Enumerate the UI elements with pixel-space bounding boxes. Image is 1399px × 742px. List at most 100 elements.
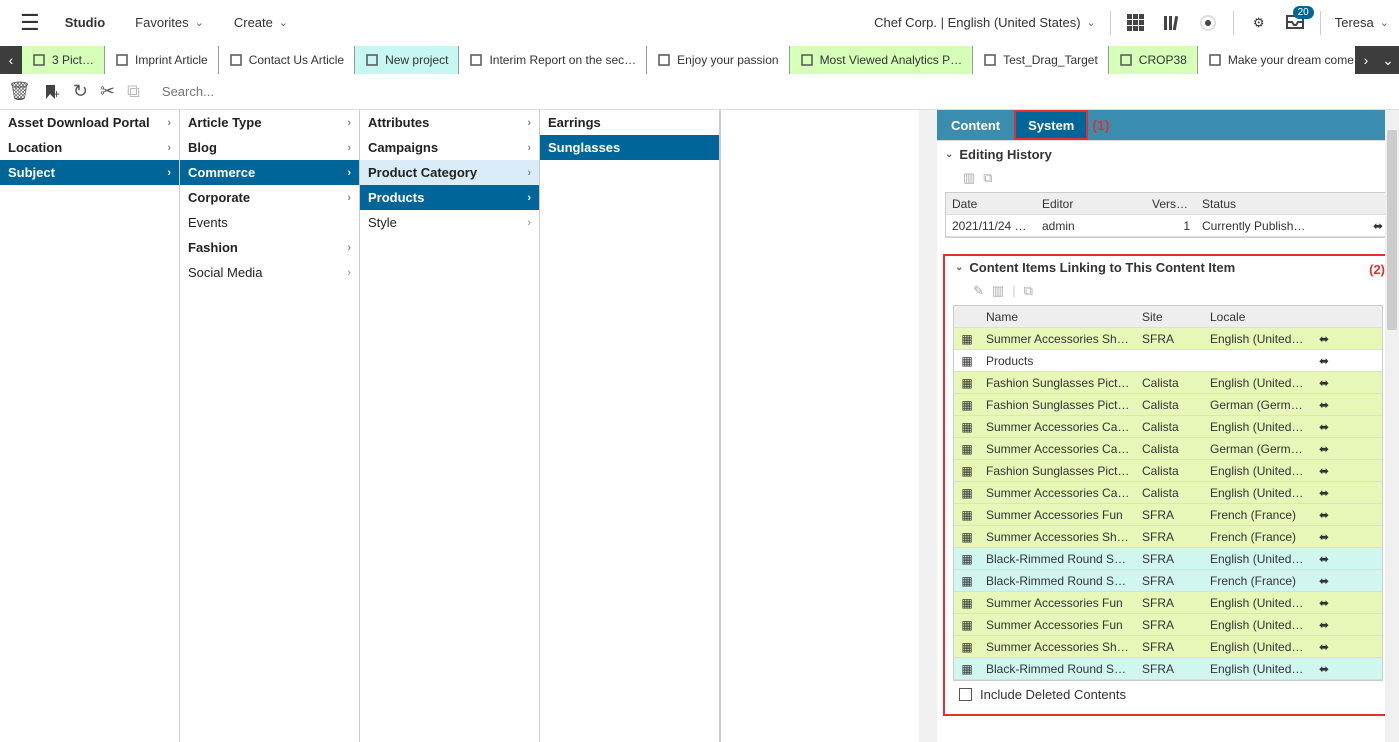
row-action-icon[interactable]: ⬌	[1312, 574, 1336, 588]
browser-item[interactable]: Article Type›	[180, 110, 359, 135]
row-action-icon[interactable]: ⬌	[1312, 508, 1336, 522]
restore-icon[interactable]: ⧉	[983, 170, 992, 186]
delete-icon[interactable]: 🗑	[8, 81, 31, 102]
document-tab[interactable]: New project	[355, 46, 459, 74]
table-row[interactable]: ▦Summer Accessories Shop…SFRAEnglish (Un…	[954, 636, 1382, 658]
bookmark-icon[interactable]: +	[43, 83, 61, 101]
refresh-icon[interactable]: ↻	[73, 81, 88, 102]
document-tab[interactable]: Imprint Article	[105, 46, 219, 74]
row-action-icon[interactable]: ⬌	[1312, 354, 1336, 368]
document-tab[interactable]: Test_Drag_Target	[973, 46, 1109, 74]
library-icon[interactable]	[1161, 12, 1183, 34]
table-row[interactable]: ▦Summer Accessories FunSFRAEnglish (Unit…	[954, 592, 1382, 614]
annotation-1: (1)	[1092, 117, 1109, 133]
user-menu[interactable]: Teresa⌄	[1335, 15, 1389, 30]
browser-item[interactable]: Corporate›	[180, 185, 359, 210]
row-action-icon[interactable]: ⬌	[1312, 530, 1336, 544]
panel-gutter[interactable]	[919, 110, 937, 742]
table-row[interactable]: ▦Summer Accessories Cam…CalistaEnglish (…	[954, 482, 1382, 504]
create-menu[interactable]: Create⌄	[234, 15, 288, 30]
browser-item[interactable]: Fashion›	[180, 235, 359, 260]
section-header-linking[interactable]: ⌄ Content Items Linking to This Content …	[947, 256, 1389, 279]
document-tab[interactable]: Contact Us Article	[219, 46, 355, 74]
gear-icon[interactable]: ⚙	[1248, 12, 1270, 34]
table-row[interactable]: ▦Summer Accessories FunSFRAEnglish (Unit…	[954, 614, 1382, 636]
menu-icon[interactable]: ☰	[10, 10, 50, 36]
site-locale-selector[interactable]: Chef Corp. | English (United States)⌄	[874, 15, 1096, 30]
row-action-icon[interactable]: ⬌	[1312, 332, 1336, 346]
table-row[interactable]: ▦Summer Accessories Cam…CalistaEnglish (…	[954, 416, 1382, 438]
tab-content[interactable]: Content	[937, 110, 1014, 140]
table-row[interactable]: ▦Summer Accessories FunSFRAFrench (Franc…	[954, 504, 1382, 526]
search-field[interactable]	[162, 84, 1391, 99]
table-row[interactable]: ▦Fashion Sunglasses PictureCalistaGerman…	[954, 394, 1382, 416]
cut-icon[interactable]: ✂	[100, 81, 115, 102]
section-header-editing-history[interactable]: ⌄ Editing History	[937, 143, 1399, 166]
row-action-icon[interactable]: ⬌	[1312, 552, 1336, 566]
right-panel: Content System (1) ⌄ Editing History ▥ ⧉…	[937, 110, 1399, 742]
row-action-icon[interactable]: ⬌	[1312, 464, 1336, 478]
document-tab[interactable]: Make your dream come	[1198, 46, 1355, 74]
scrollbar[interactable]	[1385, 110, 1399, 742]
row-action-icon[interactable]: ⬌	[1312, 486, 1336, 500]
table-row[interactable]: ▦Summer Accessories Shop…SFRAFrench (Fra…	[954, 526, 1382, 548]
favorites-menu[interactable]: Favorites⌄	[135, 15, 204, 30]
browser-item[interactable]: Campaigns›	[360, 135, 539, 160]
edit-icon[interactable]: ✎	[973, 283, 984, 299]
document-tab[interactable]: Enjoy your passion	[647, 46, 789, 74]
row-action-icon[interactable]: ⬌	[1312, 662, 1336, 676]
tabs-scroll-right[interactable]: ›	[1355, 46, 1377, 74]
row-action-icon[interactable]: ⬌	[1312, 442, 1336, 456]
row-action-icon[interactable]: ⬌	[1312, 420, 1336, 434]
browser-item[interactable]: Style›	[360, 210, 539, 235]
row-action-icon[interactable]: ⬌	[1312, 376, 1336, 390]
table-row[interactable]: 2021/11/24 6:…admin1Currently Publish…⬌	[946, 215, 1390, 237]
browser-item[interactable]: Events	[180, 210, 359, 235]
browser-item[interactable]: Commerce›	[180, 160, 359, 185]
browser-item[interactable]: Subject›	[0, 160, 179, 185]
checkbox-icon[interactable]	[959, 688, 972, 701]
browser-item[interactable]: Product Category›	[360, 160, 539, 185]
tabs-dropdown[interactable]: ⌄	[1377, 46, 1399, 74]
document-tab[interactable]: 3 Pict…	[22, 46, 105, 74]
table-row[interactable]: ▦Summer Accessories Shop…SFRAEnglish (Un…	[954, 328, 1382, 350]
browser-item[interactable]: Asset Download Portal›	[0, 110, 179, 135]
browser-item[interactable]: Location›	[0, 135, 179, 160]
table-row[interactable]: ▦Summer Accessories Cam…CalistaGerman (G…	[954, 438, 1382, 460]
search-input[interactable]	[162, 84, 1391, 99]
row-action-icon[interactable]: ⬌	[1312, 398, 1336, 412]
browser-item[interactable]: Sunglasses	[540, 135, 719, 160]
inbox-icon[interactable]: 20	[1284, 12, 1306, 34]
table-row[interactable]: ▦Fashion Sunglasses PictureCalistaEnglis…	[954, 372, 1382, 394]
row-action-icon[interactable]: ⬌	[1312, 640, 1336, 654]
document-tab[interactable]: Interim Report on the sec…	[459, 46, 647, 74]
browser-item[interactable]: Blog›	[180, 135, 359, 160]
chevron-right-icon: ›	[347, 267, 351, 279]
table-row[interactable]: ▦Fashion Sunglasses PictureCalistaEnglis…	[954, 460, 1382, 482]
tab-system[interactable]: System	[1014, 110, 1088, 140]
chevron-right-icon: ›	[527, 117, 531, 129]
table-row[interactable]: ▦Black-Rimmed Round Sung…SFRAEnglish (Un…	[954, 548, 1382, 570]
browser-column: Asset Download Portal›Location›Subject›	[0, 110, 180, 742]
browser-item[interactable]: Products›	[360, 185, 539, 210]
copy-icon[interactable]: ⧉	[1024, 283, 1033, 299]
chevron-right-icon: ›	[347, 167, 351, 179]
document-tab[interactable]: Most Viewed Analytics P…	[790, 46, 974, 74]
target-icon[interactable]	[1197, 12, 1219, 34]
browser-item[interactable]: Earrings	[540, 110, 719, 135]
compare-icon[interactable]: ▥	[963, 170, 975, 186]
studio-menu[interactable]: Studio	[65, 15, 105, 30]
copy-icon[interactable]: ⧉	[127, 81, 140, 102]
include-deleted-row[interactable]: Include Deleted Contents	[947, 681, 1389, 708]
row-action-icon[interactable]: ⬌	[1312, 596, 1336, 610]
row-action-icon[interactable]: ⬌	[1312, 618, 1336, 632]
table-row[interactable]: ▦Black-Rimmed Round Sung…SFRAFrench (Fra…	[954, 570, 1382, 592]
table-row[interactable]: ▦Products⬌	[954, 350, 1382, 372]
tabs-scroll-left[interactable]: ‹	[0, 46, 22, 74]
document-tab[interactable]: CROP38	[1109, 46, 1198, 74]
browser-item[interactable]: Social Media›	[180, 260, 359, 285]
table-row[interactable]: ▦Black-Rimmed Round Sung…SFRAEnglish (Un…	[954, 658, 1382, 680]
browser-item[interactable]: Attributes›	[360, 110, 539, 135]
library-icon[interactable]: ▥	[992, 283, 1004, 299]
apps-icon[interactable]	[1125, 12, 1147, 34]
